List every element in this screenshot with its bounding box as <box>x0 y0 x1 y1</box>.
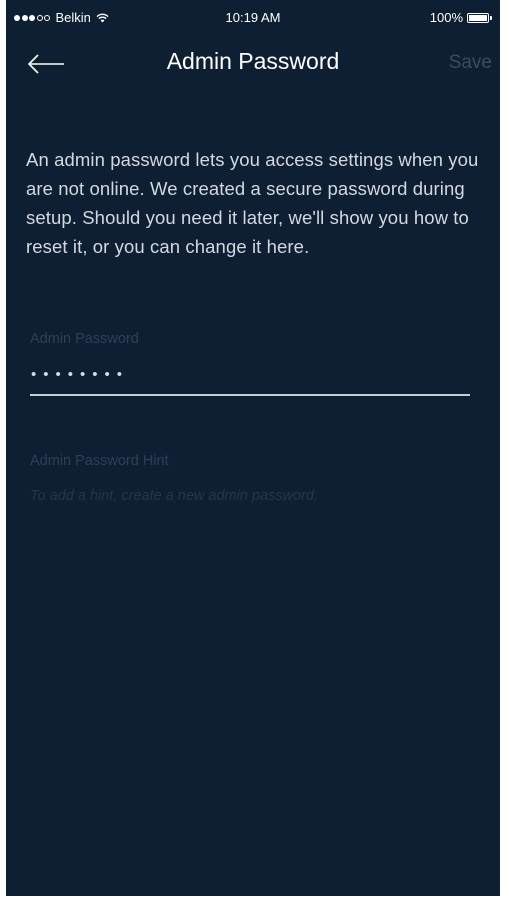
battery-icon <box>467 12 489 23</box>
battery-percent: 100% <box>429 10 463 25</box>
admin-password-input[interactable]: •••••••• <box>30 362 470 396</box>
password-mask: •••••••• <box>31 366 130 383</box>
battery-fill <box>469 14 487 21</box>
hint-placeholder: To add a hint, create a new admin passwo… <box>30 488 319 504</box>
page-title: Admin Password <box>166 48 340 74</box>
save-button[interactable]: Save <box>449 52 492 74</box>
status-time: 10:19 AM <box>225 10 281 25</box>
battery-tip <box>490 15 492 20</box>
nav-bar: Admin Password Save <box>6 34 500 92</box>
status-bar: Belkin 10:19 AM 100% <box>6 0 500 34</box>
description-text: An admin password lets you access settin… <box>26 149 479 257</box>
admin-password-label: Admin Password <box>30 331 139 347</box>
admin-password-hint-label: Admin Password Hint <box>30 453 169 469</box>
admin-password-screen: Belkin 10:19 AM 100% Admin Password Save… <box>6 0 500 896</box>
status-right: 100% <box>430 10 492 25</box>
